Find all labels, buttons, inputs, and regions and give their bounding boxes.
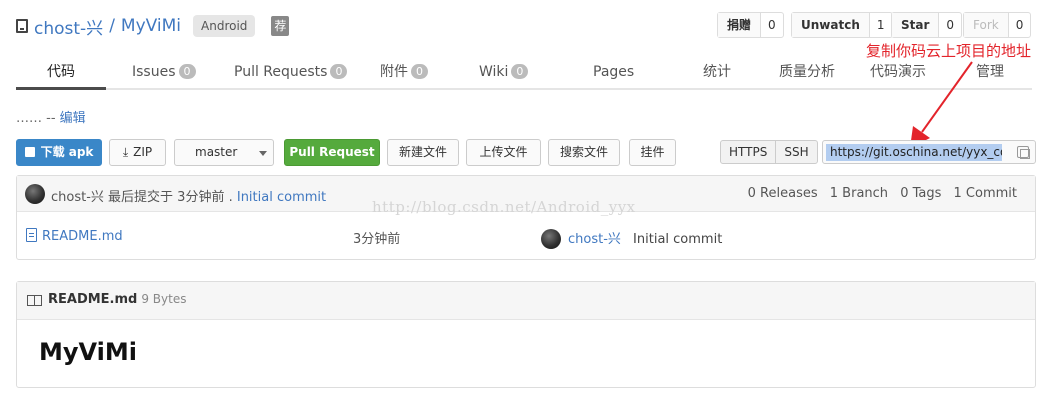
wiki-count: 0 xyxy=(511,64,529,79)
annotation-text: 复制你码云上项目的地址 xyxy=(866,42,1032,60)
tab-wiki[interactable]: Wiki 0 xyxy=(479,56,529,90)
ssh-toggle[interactable]: SSH xyxy=(775,141,816,163)
commit-time-text: 最后提交于 3分钟前 . xyxy=(108,190,233,205)
book-icon xyxy=(27,295,42,306)
copy-icon[interactable] xyxy=(1017,146,1030,159)
https-toggle[interactable]: HTTPS xyxy=(721,141,775,163)
issues-count: 0 xyxy=(178,64,196,79)
tab-statistics[interactable]: 统计 xyxy=(703,56,731,90)
tab-manage[interactable]: 管理 xyxy=(976,56,1004,90)
tab-code-demo[interactable]: 代码演示 xyxy=(870,56,926,90)
tab-quality[interactable]: 质量分析 xyxy=(779,56,835,90)
file-time: 3分钟前 xyxy=(353,232,401,247)
file-icon xyxy=(26,228,37,242)
star-button[interactable]: Star 0 xyxy=(891,12,963,38)
search-file-button[interactable]: 搜索文件 xyxy=(548,139,620,166)
branch-selected-value: master xyxy=(195,145,238,159)
recommend-icon: 荐 xyxy=(271,16,290,36)
donate-count[interactable]: 0 xyxy=(761,13,783,37)
download-icon: ⤓ xyxy=(122,145,129,159)
unwatch-label: Unwatch xyxy=(792,13,870,37)
repo-tabs: 代码 Issues 0 Pull Requests 0 附件 0 Wiki 0 Page… xyxy=(16,56,1032,90)
fork-count[interactable]: 0 xyxy=(1009,13,1031,37)
readme-panel: README.md 9 Bytes MyViMi xyxy=(16,281,1036,388)
tab-code[interactable]: 代码 xyxy=(16,56,106,90)
upload-file-button[interactable]: 上传文件 xyxy=(466,139,541,166)
zip-download-button[interactable]: ⤓ ZIP xyxy=(109,139,166,166)
donate-label: 捐赠 xyxy=(718,13,762,37)
package-icon xyxy=(24,147,35,157)
watch-count[interactable]: 1 xyxy=(870,13,892,37)
file-name-cell: README.md xyxy=(26,228,123,244)
file-list: chost-兴 最后提交于 3分钟前 . Initial commit 0 Re… xyxy=(16,175,1036,260)
tab-attachments[interactable]: 附件 0 xyxy=(380,56,428,90)
branch-select[interactable]: master xyxy=(174,139,274,166)
file-link[interactable]: README.md xyxy=(42,229,123,244)
repo-book-icon xyxy=(16,19,28,33)
watermark-text: http://blog.csdn.net/Android_yyx xyxy=(372,198,636,216)
tab-pages[interactable]: Pages xyxy=(593,56,634,90)
readme-filename: README.md 9 Bytes xyxy=(48,292,187,307)
readme-heading: MyViMi xyxy=(39,338,138,366)
pull-requests-count: 0 xyxy=(330,64,348,79)
description-text: …… -- xyxy=(16,111,60,126)
tags-link[interactable]: 0 Tags xyxy=(900,186,941,201)
edit-description-link[interactable]: 编辑 xyxy=(60,111,86,126)
clone-url-text[interactable]: https://git.oschina.net/yyx_code/MyViMi.… xyxy=(826,144,1002,161)
fork-label: Fork xyxy=(964,13,1009,37)
repo-description: …… -- 编辑 xyxy=(16,107,86,126)
commit-message-link[interactable]: Initial commit xyxy=(237,190,326,205)
repo-stats: 0 Releases 1 Branch 0 Tags 1 Commit xyxy=(740,186,1017,201)
readme-size: 9 Bytes xyxy=(141,292,187,306)
unwatch-button[interactable]: Unwatch 1 xyxy=(791,12,893,38)
repo-path-separator: / xyxy=(109,16,115,36)
clone-protocol-toggle: HTTPS SSH xyxy=(720,140,818,164)
commit-author[interactable]: chost-兴 xyxy=(51,190,104,205)
readme-header: README.md 9 Bytes xyxy=(17,282,1035,320)
repo-owner-link[interactable]: chost-兴 xyxy=(34,14,103,39)
language-badge[interactable]: Android xyxy=(193,15,256,37)
pull-request-button[interactable]: Pull Request xyxy=(284,139,380,166)
repo-name-link[interactable]: MyViMi xyxy=(121,16,181,36)
releases-link[interactable]: 0 Releases xyxy=(748,186,818,201)
file-commit-author[interactable]: chost-兴 xyxy=(568,232,621,247)
branches-link[interactable]: 1 Branch xyxy=(830,186,888,201)
file-commit-cell: chost-兴 Initial commit xyxy=(568,228,722,247)
star-label: Star xyxy=(892,13,940,37)
chevron-down-icon xyxy=(259,151,267,156)
widget-button[interactable]: 挂件 xyxy=(629,139,676,166)
fork-button[interactable]: Fork 0 xyxy=(963,12,1032,38)
commits-link[interactable]: 1 Commit xyxy=(954,186,1017,201)
new-file-button[interactable]: 新建文件 xyxy=(387,139,459,166)
star-count[interactable]: 0 xyxy=(939,13,961,37)
repo-title: chost-兴 / MyViMi Android 荐 xyxy=(16,12,290,40)
attachments-count: 0 xyxy=(411,64,428,79)
tab-issues[interactable]: Issues 0 xyxy=(132,56,196,90)
download-apk-button[interactable]: 下载 apk xyxy=(16,139,102,166)
last-commit-info: chost-兴 最后提交于 3分钟前 . Initial commit xyxy=(51,186,326,205)
clone-url-field[interactable]: https://git.oschina.net/yyx_code/MyViMi.… xyxy=(822,140,1036,164)
tab-pull-requests[interactable]: Pull Requests 0 xyxy=(234,56,348,90)
avatar[interactable] xyxy=(541,229,561,249)
file-commit-message[interactable]: Initial commit xyxy=(633,232,722,247)
avatar[interactable] xyxy=(25,184,45,204)
donate-button[interactable]: 捐赠 0 xyxy=(717,12,784,38)
